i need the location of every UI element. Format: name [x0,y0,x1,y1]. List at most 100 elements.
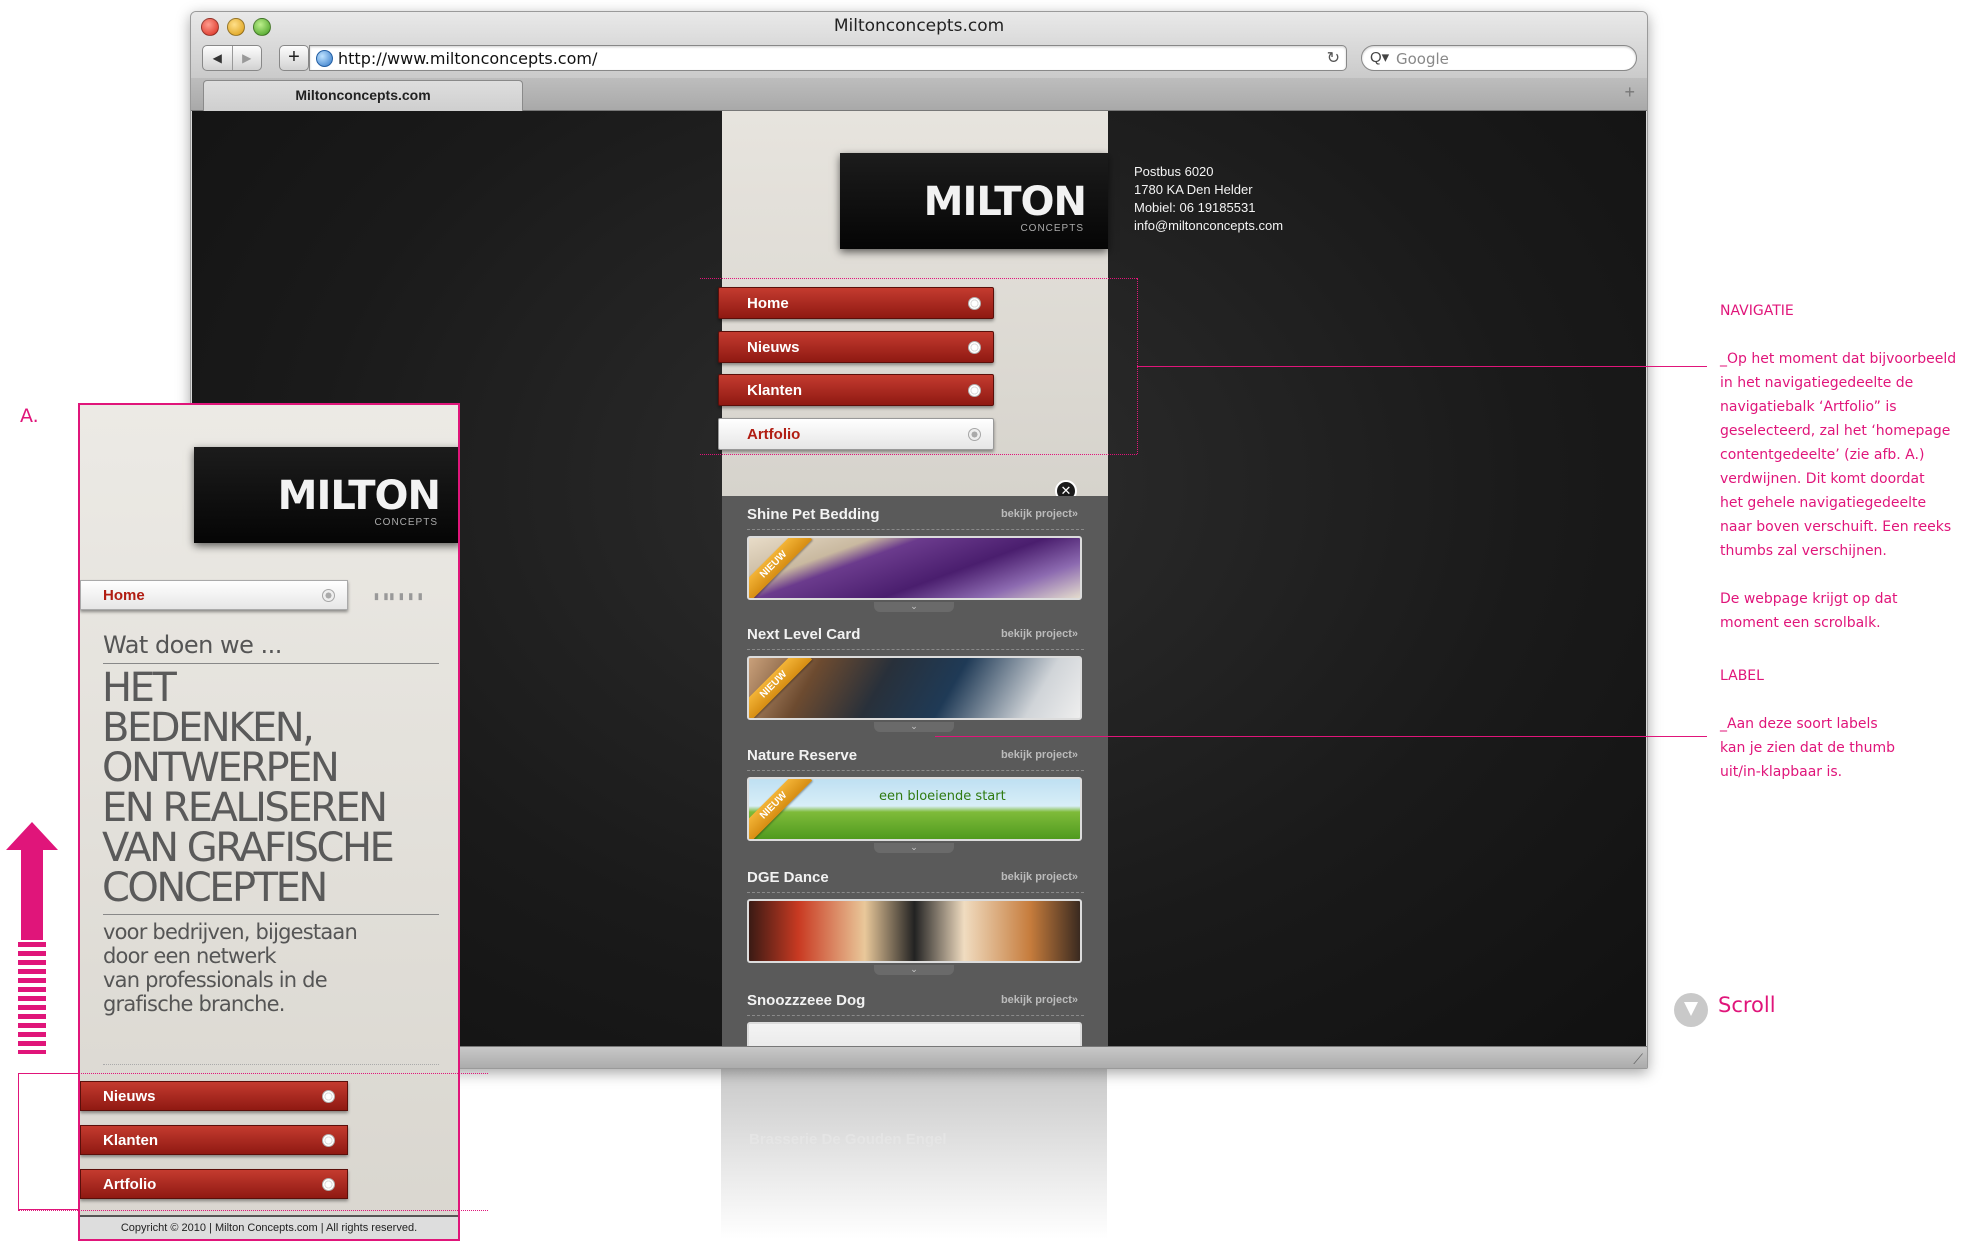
view-project-link[interactable]: bekijk project» [1001,749,1078,761]
project-thumbnail[interactable]: een bloeiende start NIEUW [747,777,1082,841]
new-badge: NIEUW [749,658,813,718]
project-thumbnail[interactable] [747,899,1082,963]
project-thumbnail[interactable]: NIEUW [747,536,1082,600]
project-name: Next Level Card [747,626,861,643]
scrollbar-annotation-text: De webpage krijgt op dat moment een scro… [1720,587,1898,635]
radio-dot-icon [968,428,981,441]
annotation-line: in het navigatiegedeelte de [1720,375,1914,391]
nav-guide-top [18,1073,488,1074]
expand-toggle-icon[interactable]: ⌄ [874,602,954,612]
nav-nieuws-button[interactable]: Nieuws [80,1081,348,1111]
window-title: Miltonconcepts.com [833,16,1005,36]
scroll-down-icon [1674,993,1708,1027]
nav-label: Home [103,587,145,604]
new-badge: NIEUW [749,779,813,839]
up-arrow-icon [6,822,58,940]
headline-line: HET [102,665,177,711]
nav-klanten-button[interactable]: Klanten [718,374,994,406]
subheading-line: grafische branche. [103,992,285,1016]
nav-klanten-button[interactable]: Klanten [80,1125,348,1155]
nav-guide-bottom [18,1210,488,1211]
nav-artfolio-button[interactable]: Artfolio [718,418,994,450]
email-link[interactable]: info@miltonconcepts.com [1134,217,1283,235]
project-name: Snoozzzeee Dog [747,992,866,1009]
subheading-line: door een netwerk [103,944,277,968]
milton-logo[interactable]: MILTON CONCEPTS [194,447,458,543]
view-project-link[interactable]: bekijk project» [1001,871,1078,883]
pager-dots[interactable]: ▮ ▮▮ ▮ ▮ ▮ [374,591,424,602]
arrow-head [6,822,58,850]
project-item: Snoozzzeee Dog bekijk project» [722,982,1108,1046]
contact-address: Postbus 6020 1780 KA Den Helder Mobiel: … [1134,163,1283,235]
nav-label: Artfolio [103,1176,157,1193]
site-column: MILTON CONCEPTS Home Nieuws Klanten Artf… [718,111,1108,1046]
url-bar[interactable]: http://www.miltonconcepts.com/ ↻ [309,45,1347,71]
annotation-line: het gehele navigatiegedeelte [1720,495,1927,511]
add-bookmark-button[interactable]: + [279,45,309,71]
nav-label: Klanten [103,1132,159,1149]
url-text[interactable]: http://www.miltonconcepts.com/ [338,49,597,68]
logo-wordmark: MILTON [277,473,441,519]
reflection-project-name: Brasserie De Gouden Engel [749,1131,947,1148]
navigation-annotation-title: NAVIGATIE [1720,303,1794,319]
divider [747,1015,1084,1016]
project-item: Nature Reserve bekijk project» een bloei… [722,737,1108,857]
annotation-line: kan je zien dat de thumb [1720,740,1896,756]
project-thumbnail[interactable]: NIEUW [747,656,1082,720]
tab-miltonconcepts[interactable]: Miltonconcepts.com [203,80,523,111]
address-line: 1780 KA Den Helder [1134,182,1253,197]
view-project-link[interactable]: bekijk project» [1001,628,1078,640]
nav-home-button[interactable]: Home [718,287,994,319]
homepage-panel-a: MILTON CONCEPTS Home ▮ ▮▮ ▮ ▮ ▮ Wat doen… [78,403,460,1241]
expand-toggle-icon[interactable]: ⌄ [874,722,954,732]
nav-label: Home [747,295,789,312]
expand-toggle-icon[interactable]: ⌄ [874,965,954,975]
headline-line: ONTWERPEN [102,745,340,791]
view-project-link[interactable]: bekijk project» [1001,508,1078,520]
radio-dot-icon [968,384,981,397]
nav-label: Nieuws [747,339,800,356]
headline: HET BEDENKEN, ONTWERPEN EN REALISEREN VA… [102,665,395,908]
nav-home-button[interactable]: Home [80,580,348,610]
project-thumbnail[interactable] [747,1022,1082,1046]
project-item: DGE Dance bekijk project» ⌄ [722,859,1108,979]
forward-icon[interactable]: ▶ [231,46,262,70]
nav-highlight-top [700,278,1137,279]
logo-wordmark: MILTON [923,179,1087,225]
nav-bracket [18,1073,80,1210]
expand-toggle-icon[interactable]: ⌄ [874,843,954,853]
resize-grip-icon[interactable]: ⟋ [1633,1051,1643,1068]
search-field[interactable]: Q▾ Google [1361,45,1637,71]
milton-logo[interactable]: MILTON CONCEPTS [840,153,1108,249]
scroll-label: Scroll [1718,993,1776,1017]
reload-icon[interactable]: ↻ [1327,48,1340,68]
label-annotation-title: LABEL [1720,668,1764,684]
view-project-link[interactable]: bekijk project» [1001,994,1078,1006]
new-tab-icon[interactable]: + [1624,82,1635,103]
radio-dot-icon [322,1178,335,1191]
nav-label: Nieuws [103,1088,156,1105]
thumbnail-tagline: een bloeiende start [879,789,1006,804]
divider [103,914,439,915]
project-item: Shine Pet Bedding bekijk project» NIEUW … [722,496,1108,616]
radio-dot-icon [322,589,335,602]
back-icon[interactable]: ◀ [203,46,232,70]
nav-nieuws-button[interactable]: Nieuws [718,331,994,363]
window-reflection: Brasserie De Gouden Engel [721,1069,1107,1239]
headline-line: VAN GRAFISCHE [102,825,395,871]
subheading: voor bedrijven, bijgestaan door een netw… [103,920,358,1016]
search-placeholder: Google [1396,50,1449,68]
divider [103,663,439,664]
radio-dot-icon [968,341,981,354]
annotation-line: _Aan deze soort labels [1720,716,1878,732]
search-icon: Q▾ [1370,49,1390,66]
annotation-line: geselecteerd, zal het ‘homepage [1720,423,1951,439]
divider [747,649,1084,650]
annotation-line: thumbs zal verschijnen. [1720,543,1887,559]
divider [747,892,1084,893]
nav-artfolio-button[interactable]: Artfolio [80,1169,348,1199]
site-header-area: MILTON CONCEPTS Home Nieuws Klanten Artf… [718,111,1108,496]
headline-line: BEDENKEN, [102,705,315,751]
subheading-line: voor bedrijven, bijgestaan [103,920,358,944]
navigation-callout-line [1137,366,1707,367]
